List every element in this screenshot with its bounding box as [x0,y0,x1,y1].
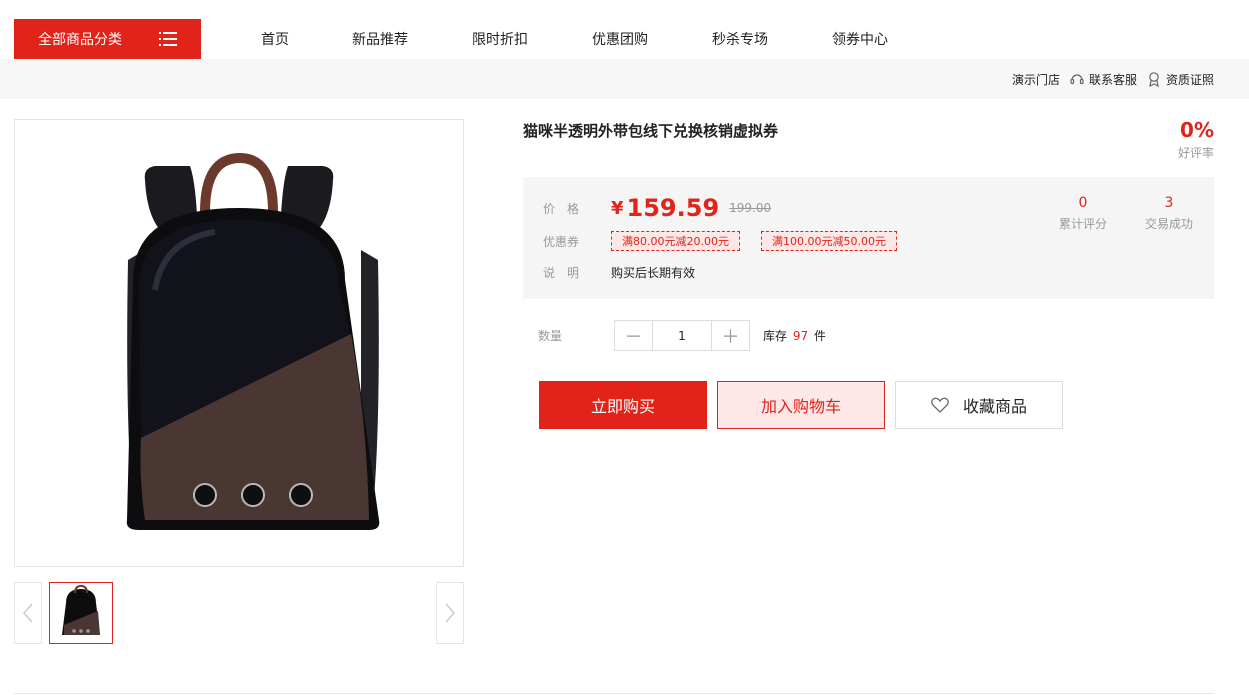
thumb-next-button[interactable] [436,582,464,644]
rating-block: 0% 好评率 [1178,118,1214,161]
thumbnail-image[interactable] [49,582,113,644]
favorite-label: 收藏商品 [962,397,1027,416]
coupon-tag[interactable]: 满80.00元减20.00元 [611,231,740,251]
stock-prefix: 库存 [763,329,788,343]
license-label: 资质证照 [1165,72,1214,87]
price-currency: ¥ [611,197,624,219]
contact-service-link[interactable]: 联系客服 [1069,71,1137,88]
backpack-image [126,152,380,530]
price-row: 价 格 ¥ 159.59 199.00 [543,193,771,223]
buy-now-button[interactable]: 立即购买 [539,381,707,429]
buy-now-label: 立即购买 [590,397,655,416]
nav-flash-discount[interactable]: 限时折扣 [440,29,560,49]
heart-icon [931,397,949,413]
all-categories-button[interactable]: 全部商品分类 [14,19,201,59]
thumb-prev-button[interactable] [14,582,42,644]
quantity-decrease-button[interactable]: － [615,321,652,350]
favorite-button[interactable]: 收藏商品 [895,381,1063,429]
rating-percent: 0% [1180,118,1214,142]
divider [14,693,1214,694]
price-panel: 价 格 ¥ 159.59 199.00 优惠券 满80.00元减20.00元 满… [523,177,1214,299]
certificate-icon [1149,72,1159,87]
quantity-label: 数量 [538,329,563,343]
nav-coupon-center[interactable]: 领券中心 [800,29,920,49]
coupon-row: 优惠券 满80.00元减20.00元 满100.00元减50.00元 [543,231,918,251]
stock-unit: 件 [813,329,826,343]
note-text: 购买后长期有效 [611,265,696,280]
coupon-label: 优惠券 [543,234,580,249]
contact-service-label: 联系客服 [1088,72,1137,87]
cumulative-rating-value: 0 [1078,195,1088,211]
quantity-increase-button[interactable]: ＋ [712,321,749,350]
price-value: 159.59 [626,194,720,222]
quantity-stepper: － ＋ [614,320,750,351]
chevron-right-icon [445,603,456,623]
note-label: 说 明 [543,265,580,280]
license-link[interactable]: 资质证照 [1146,71,1214,88]
quantity-input[interactable] [652,321,712,350]
quantity-row: 数量 － ＋ 库存 97 件 [538,320,826,351]
stock-count: 97 [792,329,809,343]
nav-home[interactable]: 首页 [230,29,320,49]
chevron-left-icon [22,603,33,623]
main-nav: 首页 新品推荐 限时折扣 优惠团购 秒杀专场 领券中心 [230,19,920,59]
rating-label: 好评率 [1177,146,1214,160]
nav-new-products[interactable]: 新品推荐 [320,29,440,49]
transactions-stat: 3 交易成功 [1129,195,1209,232]
store-label: 演示门店 [1011,72,1060,87]
cumulative-rating-stat: 0 累计评分 [1043,195,1123,232]
backpack-thumbnail [62,584,100,635]
store-link[interactable]: 演示门店 [1012,71,1060,88]
stock-info: 库存 97 件 [763,327,826,344]
add-to-cart-button[interactable]: 加入购物车 [717,381,885,429]
headset-icon [1070,74,1084,85]
product-main-image [14,119,464,567]
nav-group-buy[interactable]: 优惠团购 [560,29,680,49]
all-categories-label: 全部商品分类 [38,32,122,48]
coupon-tag[interactable]: 满100.00元减50.00元 [760,231,897,251]
thumbnail-strip [14,582,464,644]
original-price: 199.00 [729,201,772,215]
menu-list-icon [159,32,177,46]
store-bar: 演示门店 联系客服 资质证照 [0,59,1249,99]
nav-seckill[interactable]: 秒杀专场 [680,29,800,49]
transactions-value: 3 [1164,195,1174,211]
transactions-label: 交易成功 [1144,217,1193,231]
cumulative-rating-label: 累计评分 [1058,217,1107,231]
product-title: 猫咪半透明外带包线下兑换核销虚拟券 [523,122,779,140]
price-label: 价 格 [543,201,580,216]
top-nav: 全部商品分类 首页 新品推荐 限时折扣 优惠团购 秒杀专场 领券中心 [0,0,1249,59]
note-row: 说 明 购买后长期有效 [543,263,695,281]
add-to-cart-label: 加入购物车 [760,397,841,416]
